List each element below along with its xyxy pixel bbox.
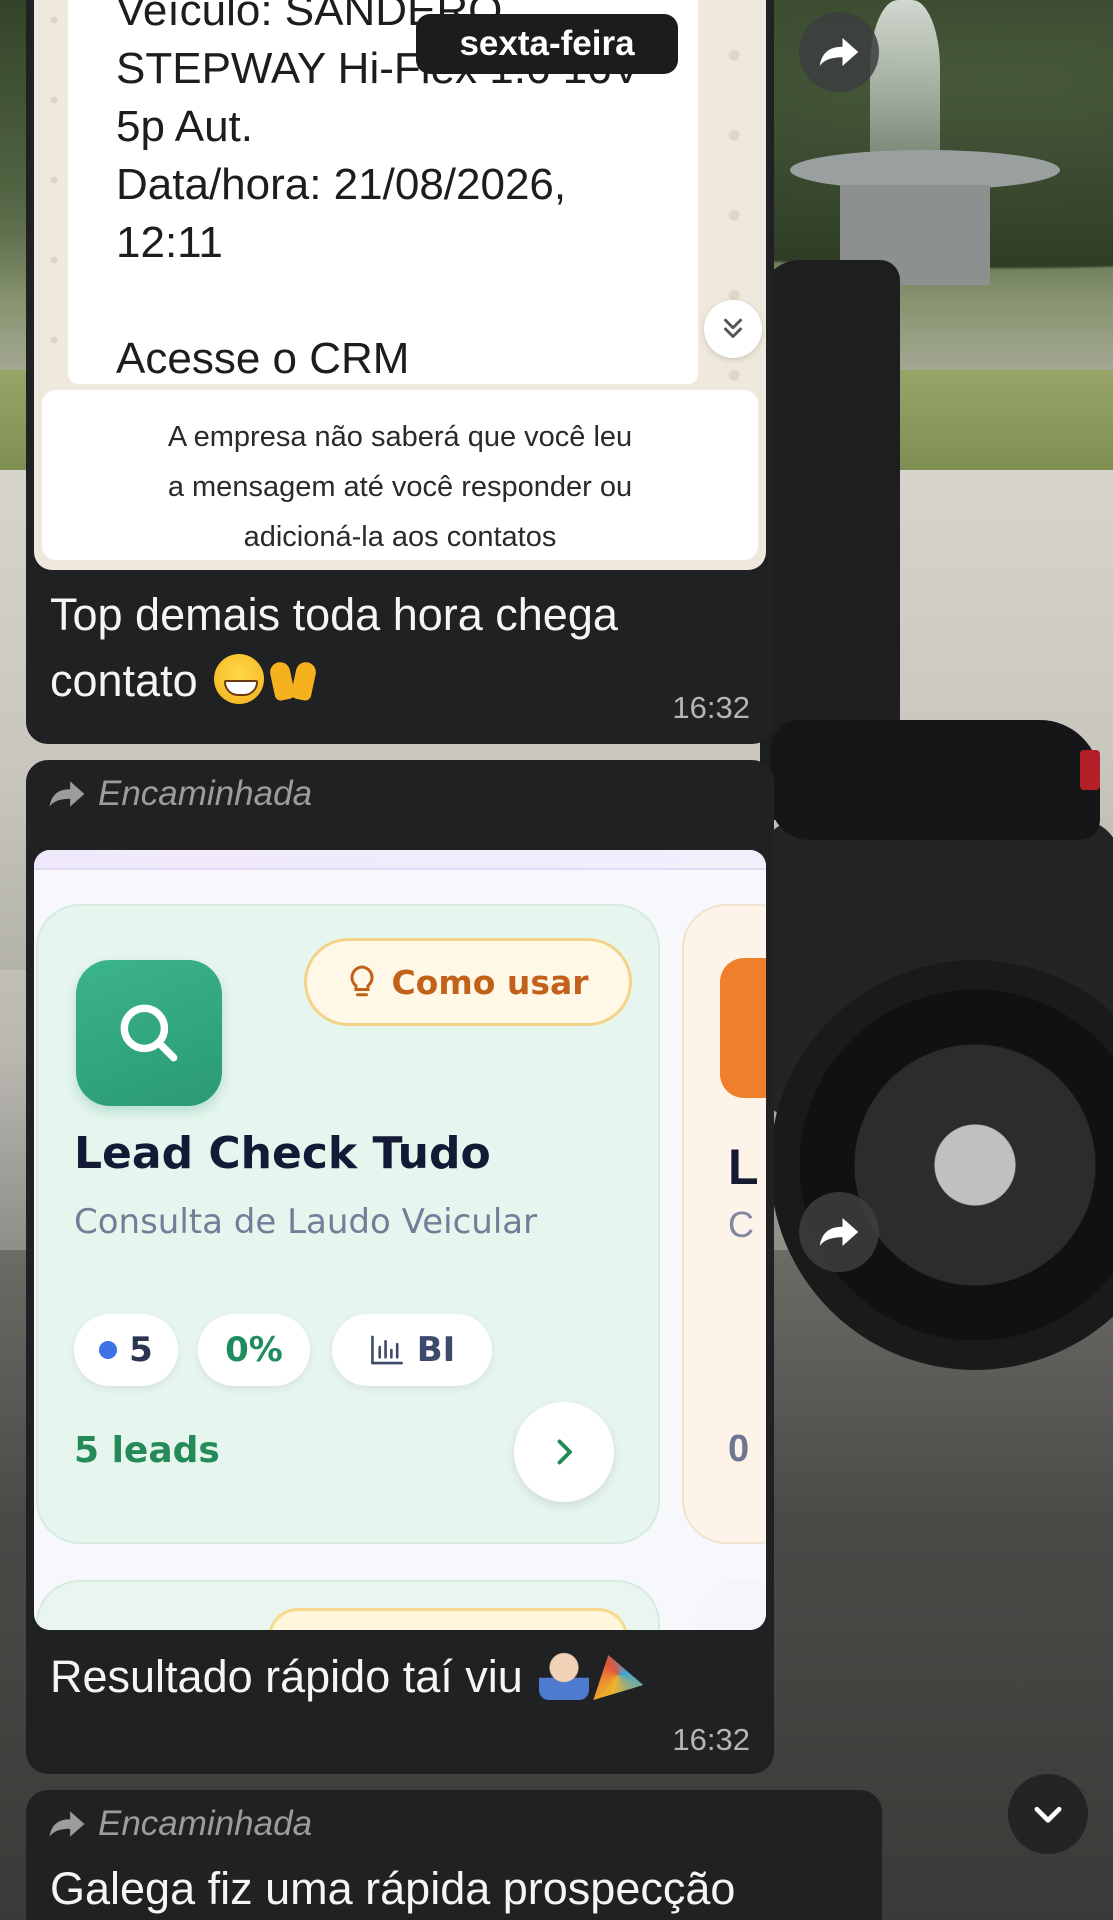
- background-fountain-jet: [870, 0, 940, 170]
- grinning-face-emoji: [214, 654, 265, 704]
- message-timestamp: 16:32: [672, 1722, 750, 1757]
- raising-hands-emoji: [268, 654, 318, 704]
- bar-chart-icon: [370, 1335, 403, 1365]
- message-caption: Galega fiz uma rápida prospecção: [50, 1863, 736, 1914]
- leads-count: 5 leads: [74, 1430, 220, 1471]
- share-arrow-icon: [819, 38, 859, 66]
- como-usar-button: Como usar: [304, 938, 632, 1026]
- forwarded-label: Encaminhada: [98, 774, 313, 813]
- party-popper-emoji: [593, 1655, 644, 1700]
- stat-percent-pill: 0%: [198, 1314, 310, 1386]
- forwarded-label: Encaminhada: [98, 1804, 313, 1843]
- message-bubble[interactable]: Encaminhada Galega fiz uma rápida prospe…: [26, 1790, 882, 1920]
- message-caption-text: contato: [50, 655, 198, 706]
- message-caption-line: contato: [50, 648, 618, 714]
- man-raising-hand-emoji: [539, 1650, 590, 1700]
- business-notice-line: adicioná-la aos contatos: [243, 521, 557, 553]
- next-card-subtitle: C: [728, 1204, 754, 1245]
- lower-card-pill: [268, 1608, 628, 1630]
- next-card-count: 0: [728, 1428, 750, 1470]
- stat-count: 5: [129, 1330, 153, 1370]
- lead-check-card: Como usar Lead Check Tudo Consulta de La…: [36, 904, 660, 1544]
- stat-percent: 0%: [225, 1330, 283, 1370]
- message-timestamp: 16:32: [672, 690, 750, 725]
- background-fountain: [790, 150, 1060, 190]
- forwarded-indicator: Encaminhada: [48, 774, 312, 814]
- lower-card-partial: [36, 1580, 660, 1630]
- lower-right-card-partial: [694, 1580, 766, 1630]
- card-title: Lead Check Tudo: [74, 1128, 491, 1179]
- stat-count-pill: 5: [74, 1314, 178, 1386]
- forward-button[interactable]: [799, 1192, 879, 1272]
- chevron-right-icon: [514, 1402, 614, 1502]
- date-chip: sexta-feira: [416, 14, 678, 74]
- business-notice-line: A empresa não saberá que você leu: [167, 421, 633, 453]
- next-card-icon-tile: [720, 958, 766, 1098]
- business-notice: A empresa não saberá que você leu a mens…: [42, 390, 758, 560]
- como-usar-label: Como usar: [391, 962, 589, 1002]
- forward-arrow-icon: [49, 781, 85, 807]
- message-caption: Resultado rápido taí viu: [50, 1644, 644, 1710]
- message-caption-text: Resultado rápido taí viu: [50, 1651, 523, 1702]
- status-dot-icon: [99, 1341, 118, 1359]
- lightbulb-icon: [350, 965, 374, 997]
- stat-bi: BI: [416, 1330, 456, 1370]
- stat-bi-pill: BI: [332, 1314, 492, 1386]
- background-motorcycle-taillight: [1080, 750, 1100, 790]
- scroll-to-bottom-button[interactable]: [1008, 1774, 1088, 1854]
- chevron-down-icon: [1034, 1806, 1062, 1823]
- forwarded-indicator: Encaminhada: [48, 1804, 312, 1844]
- message-caption-line: Top demais toda hora chega: [50, 589, 618, 640]
- forward-arrow-icon: [49, 1811, 85, 1837]
- next-card-title: L: [728, 1139, 759, 1195]
- message-bubble[interactable]: Encaminhada Como usar Lead Check Tudo Co…: [26, 760, 774, 1774]
- app-top-strip: [34, 850, 766, 870]
- card-subtitle: Consulta de Laudo Veicular: [74, 1202, 538, 1242]
- app-screenshot: Como usar Lead Check Tudo Consulta de La…: [34, 850, 766, 1630]
- background-motorcycle-seat: [770, 720, 1100, 840]
- business-notice-line: a mensagem até você responder ou: [167, 471, 633, 503]
- forward-button[interactable]: [799, 12, 879, 92]
- share-arrow-icon: [819, 1218, 859, 1246]
- message-caption: Top demais toda hora chega contato: [50, 582, 618, 714]
- chevron-double-down-icon: [704, 300, 762, 358]
- next-card-partial: L C 0: [682, 904, 766, 1544]
- forwarded-screenshot: Veículo: SANDERO STEPWAY Hi-Flex 1.6 16V…: [34, 0, 766, 570]
- search-icon: [76, 960, 222, 1106]
- message-bubble[interactable]: Veículo: SANDERO STEPWAY Hi-Flex 1.6 16V…: [26, 0, 774, 744]
